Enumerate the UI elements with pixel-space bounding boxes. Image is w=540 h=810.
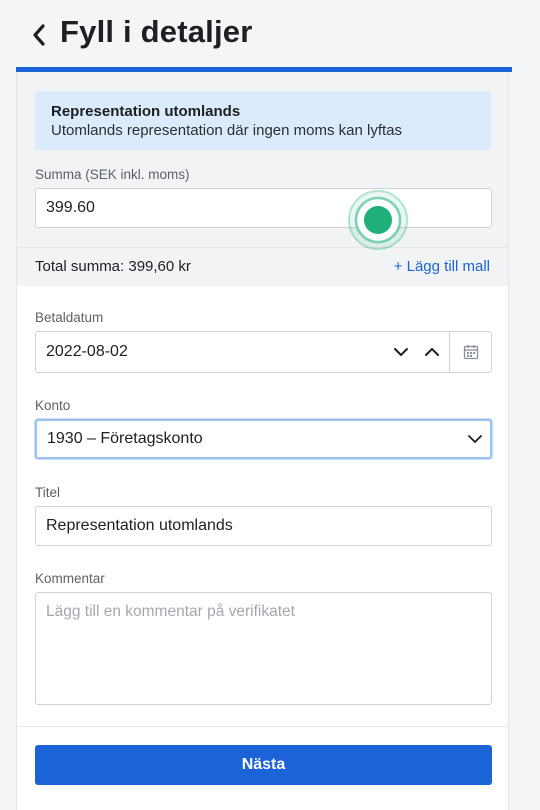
expense-summary-section: Representation utomlands Utomlands repre…: [17, 72, 508, 247]
title-label: Titel: [35, 485, 61, 500]
details-panel: Representation utomlands Utomlands repre…: [16, 72, 509, 810]
tap-indicator: [346, 188, 410, 252]
header: Fyll i detaljer: [0, 0, 540, 68]
account-value: 1930 – Företagskonto: [47, 430, 203, 447]
payment-date-value: 2022-08-02: [46, 343, 128, 360]
title-value: Representation utomlands: [46, 517, 233, 534]
chevron-down-icon[interactable]: [393, 344, 409, 365]
comment-textarea[interactable]: Lägg till en kommentar på verifikatet: [35, 592, 492, 705]
total-sum-text: Total summa: 399,60 kr: [35, 258, 191, 275]
payment-date-label: Betaldatum: [35, 310, 104, 325]
calendar-icon[interactable]: [449, 332, 491, 372]
comment-placeholder: Lägg till en kommentar på verifikatet: [46, 603, 295, 620]
chevron-up-icon[interactable]: [424, 344, 440, 365]
expense-type-info: Representation utomlands Utomlands repre…: [35, 91, 491, 150]
payment-date-input[interactable]: 2022-08-02: [35, 331, 492, 373]
amount-label: Summa (SEK inkl. moms): [35, 167, 190, 182]
amount-input[interactable]: 399.60: [35, 188, 492, 228]
amount-value: 399.60: [46, 199, 95, 216]
account-select[interactable]: 1930 – Företagskonto: [35, 419, 492, 459]
expense-type-description: Utomlands representation där ingen moms …: [51, 122, 403, 139]
add-template-link[interactable]: + Lägg till mall: [394, 258, 490, 275]
title-input[interactable]: Representation utomlands: [35, 506, 492, 546]
total-bar: Total summa: 399,60 kr + Lägg till mall: [17, 247, 508, 286]
page-title: Fyll i detaljer: [60, 14, 253, 49]
expense-type-title: Representation utomlands: [51, 103, 241, 120]
next-button[interactable]: Nästa: [35, 745, 492, 785]
divider: [17, 726, 508, 727]
chevron-down-icon: [467, 431, 483, 452]
comment-label: Kommentar: [35, 571, 105, 586]
account-label: Konto: [35, 398, 71, 413]
chevron-left-icon[interactable]: [26, 20, 52, 50]
